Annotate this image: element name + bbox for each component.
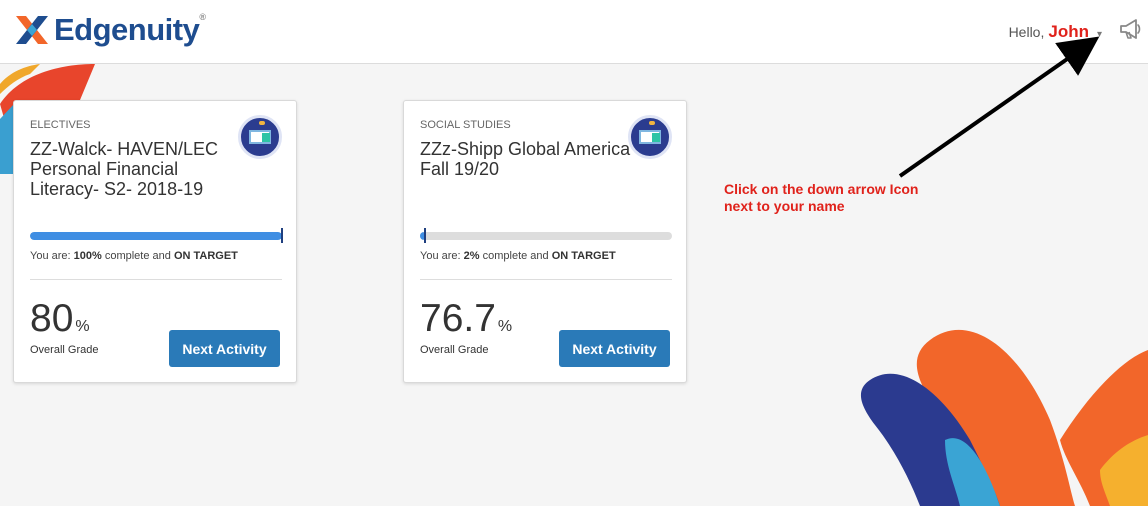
greeting-text: Hello, — [1008, 24, 1045, 40]
grade-unit: % — [75, 318, 90, 335]
grade-label: Overall Grade — [420, 344, 489, 356]
chevron-down-icon[interactable]: ▾ — [1097, 29, 1102, 40]
course-icon — [238, 115, 282, 159]
progress-status: You are: 2% complete and ON TARGET — [420, 250, 616, 262]
course-subject: SOCIAL STUDIES — [420, 119, 511, 131]
instruction-annotation: Click on the down arrow Icon next to you… — [724, 181, 919, 214]
course-subject: ELECTIVES — [30, 119, 91, 131]
user-greeting: Hello, John ▾ — [1009, 22, 1102, 42]
progress-bar — [30, 232, 282, 240]
grade-label: Overall Grade — [30, 344, 99, 356]
user-name[interactable]: John — [1048, 22, 1089, 42]
progress-marker — [281, 228, 283, 243]
brand-name: Edgenuity® — [54, 12, 206, 47]
grade-unit: % — [497, 318, 513, 335]
megaphone-icon[interactable] — [1118, 16, 1144, 42]
next-activity-button[interactable]: Next Activity — [169, 330, 280, 367]
edgenuity-logo[interactable]: Edgenuity® — [14, 12, 206, 48]
progress-fill — [30, 232, 282, 240]
top-header: Edgenuity® Hello, John ▾ — [0, 0, 1148, 64]
divider — [420, 279, 672, 280]
next-activity-button[interactable]: Next Activity — [559, 330, 670, 367]
progress-status: You are: 100% complete and ON TARGET — [30, 250, 238, 262]
edgenuity-logo-icon — [16, 16, 48, 44]
progress-bar — [420, 232, 672, 240]
course-icon — [628, 115, 672, 159]
course-card[interactable]: SOCIAL STUDIES ZZz-Shipp Global America … — [403, 100, 687, 383]
overall-grade: 80 % — [30, 299, 90, 339]
divider — [30, 279, 282, 280]
course-title[interactable]: ZZ-Walck- HAVEN/LEC Personal Financial L… — [30, 139, 245, 199]
overall-grade: 76.7 % — [420, 299, 512, 339]
progress-marker — [424, 228, 427, 243]
course-card[interactable]: ELECTIVES ZZ-Walck- HAVEN/LEC Personal F… — [13, 100, 297, 383]
grade-value: 80 — [30, 297, 74, 340]
decorative-shapes-bottom-right — [860, 329, 1148, 506]
grade-value: 76.7 — [420, 297, 496, 340]
course-title[interactable]: ZZz-Shipp Global America Fall 19/20 — [420, 139, 635, 179]
